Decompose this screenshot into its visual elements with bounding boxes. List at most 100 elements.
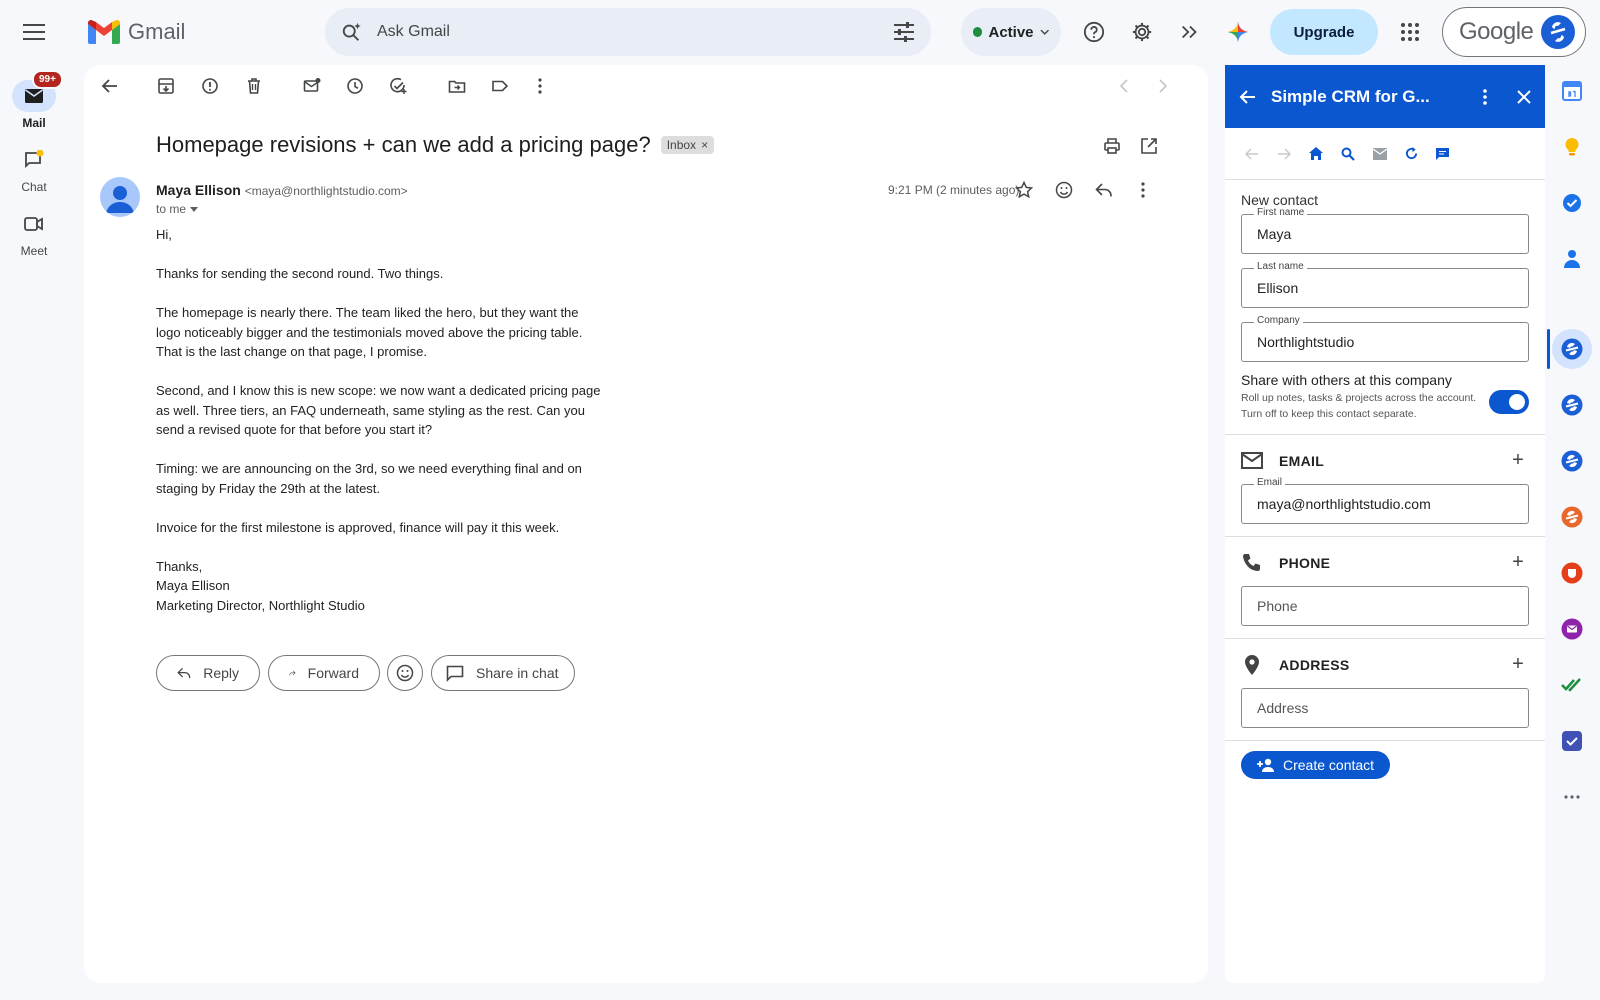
add-person-icon <box>1257 758 1274 772</box>
envelope-icon <box>1373 147 1387 160</box>
search-input[interactable] <box>377 23 893 41</box>
share-in-chat-button[interactable]: Share in chat <box>431 655 575 691</box>
sender-email: <maya@northlightstudio.com> <box>244 184 408 198</box>
main-menu-button[interactable] <box>14 12 54 52</box>
gmail-logo[interactable]: Gmail <box>88 14 185 50</box>
keep-app-button[interactable] <box>1552 127 1592 167</box>
last-name-input[interactable] <box>1257 280 1513 296</box>
inbox-label-chip: Inbox × <box>660 136 715 154</box>
address-input[interactable] <box>1257 700 1513 716</box>
addon-button-3[interactable] <box>1552 441 1592 481</box>
share-title: Share with others at this company <box>1241 372 1452 388</box>
tasks-app-button[interactable] <box>1552 183 1592 223</box>
crm-addon-button-active[interactable] <box>1552 329 1592 369</box>
arrow-left-icon <box>1245 147 1258 160</box>
add-reaction-button[interactable] <box>1046 172 1082 208</box>
snooze-button[interactable] <box>337 68 373 104</box>
rail-mail[interactable]: 99+ Mail <box>0 70 68 130</box>
message-more-button[interactable] <box>1125 172 1161 208</box>
add-phone-button[interactable]: + <box>1507 551 1529 574</box>
last-name-field[interactable]: Last name <box>1241 261 1529 308</box>
crm-nav-refresh[interactable] <box>1405 147 1418 160</box>
purple-mail-icon <box>1561 618 1583 640</box>
gemini-button[interactable] <box>1218 12 1258 52</box>
status-selector[interactable]: Active <box>961 8 1061 56</box>
archive-button[interactable] <box>148 68 184 104</box>
crm-close-button[interactable] <box>1507 89 1531 104</box>
refresh-icon <box>1405 147 1418 160</box>
company-input[interactable] <box>1257 334 1513 350</box>
label-button[interactable] <box>482 68 518 104</box>
crm-more-button[interactable] <box>1477 88 1493 105</box>
remove-label-button[interactable]: × <box>701 138 708 152</box>
search-bar[interactable] <box>325 8 931 56</box>
search-options-button[interactable] <box>893 22 915 42</box>
more-vert-icon <box>538 78 542 94</box>
addon-button-4[interactable] <box>1552 497 1592 537</box>
home-icon <box>1309 147 1323 160</box>
back-button[interactable] <box>92 68 128 104</box>
reply-button[interactable]: Reply <box>156 655 260 691</box>
rail-chat[interactable]: Chat <box>0 144 68 194</box>
gemini-shortcut-button[interactable] <box>1170 12 1210 52</box>
crm-back-button[interactable] <box>1239 88 1257 106</box>
address-field[interactable] <box>1241 688 1529 728</box>
create-contact-button[interactable]: Create contact <box>1241 751 1391 779</box>
email-input[interactable] <box>1257 496 1513 512</box>
phone-field[interactable] <box>1241 586 1529 626</box>
mark-unread-button[interactable] <box>294 68 330 104</box>
divider <box>1225 638 1545 639</box>
open-in-new-window-button[interactable] <box>1131 128 1167 164</box>
lightbulb-icon <box>1565 137 1579 156</box>
sender-avatar[interactable] <box>100 177 140 217</box>
account-switcher[interactable]: Google <box>1442 7 1586 57</box>
crm-nav-back[interactable] <box>1245 147 1259 160</box>
add-email-button[interactable]: + <box>1507 449 1529 472</box>
first-name-input[interactable] <box>1257 226 1513 242</box>
add-task-icon <box>390 77 407 94</box>
report-spam-button[interactable] <box>192 68 228 104</box>
print-button[interactable] <box>1094 128 1130 164</box>
crm-nav-forward[interactable] <box>1277 147 1291 160</box>
first-name-field[interactable]: First name <box>1241 207 1529 254</box>
move-to-button[interactable] <box>439 68 475 104</box>
google-apps-button[interactable] <box>1390 12 1430 52</box>
company-field[interactable]: Company <box>1241 315 1529 362</box>
contacts-app-button[interactable] <box>1552 239 1592 279</box>
settings-button[interactable] <box>1122 12 1162 52</box>
more-actions-button[interactable] <box>522 68 558 104</box>
share-description: Roll up notes, tasks & projects across t… <box>1241 392 1477 420</box>
sender-name[interactable]: Maya Ellison <box>156 182 241 198</box>
star-button[interactable] <box>1006 172 1042 208</box>
reply-icon <box>1095 183 1112 197</box>
crm-nav-chat[interactable] <box>1436 147 1449 160</box>
share-toggle[interactable] <box>1489 390 1529 414</box>
addon-button-8[interactable] <box>1552 721 1592 761</box>
email-field[interactable]: Email <box>1241 477 1529 524</box>
crm-nav-email[interactable] <box>1373 147 1387 160</box>
older-button[interactable] <box>1145 68 1181 104</box>
newer-button[interactable] <box>1106 68 1142 104</box>
add-task-button[interactable] <box>380 68 416 104</box>
email-body: Hi, Thanks for sending the second round.… <box>156 225 626 635</box>
addon-button-7[interactable] <box>1552 665 1592 705</box>
more-addons-button[interactable] <box>1552 777 1592 817</box>
delete-button[interactable] <box>236 68 272 104</box>
help-button[interactable] <box>1074 12 1114 52</box>
react-button[interactable] <box>387 655 423 691</box>
upgrade-button[interactable]: Upgrade <box>1270 9 1378 55</box>
recipient-details-toggle[interactable]: to me <box>156 202 199 216</box>
forward-button[interactable]: Forward <box>268 655 380 691</box>
calendar-app-button[interactable] <box>1552 71 1592 111</box>
diamond-chevrons-icon <box>1182 25 1197 39</box>
addon-button-2[interactable] <box>1552 385 1592 425</box>
rail-meet[interactable]: Meet <box>0 208 68 258</box>
crm-nav-search[interactable] <box>1341 147 1355 161</box>
archive-icon <box>158 78 174 94</box>
crm-nav-home[interactable] <box>1309 147 1323 160</box>
add-address-button[interactable]: + <box>1507 653 1529 676</box>
addon-button-6[interactable] <box>1552 609 1592 649</box>
reply-icon-button[interactable] <box>1086 172 1122 208</box>
addon-button-5[interactable] <box>1552 553 1592 593</box>
phone-input[interactable] <box>1257 598 1513 614</box>
